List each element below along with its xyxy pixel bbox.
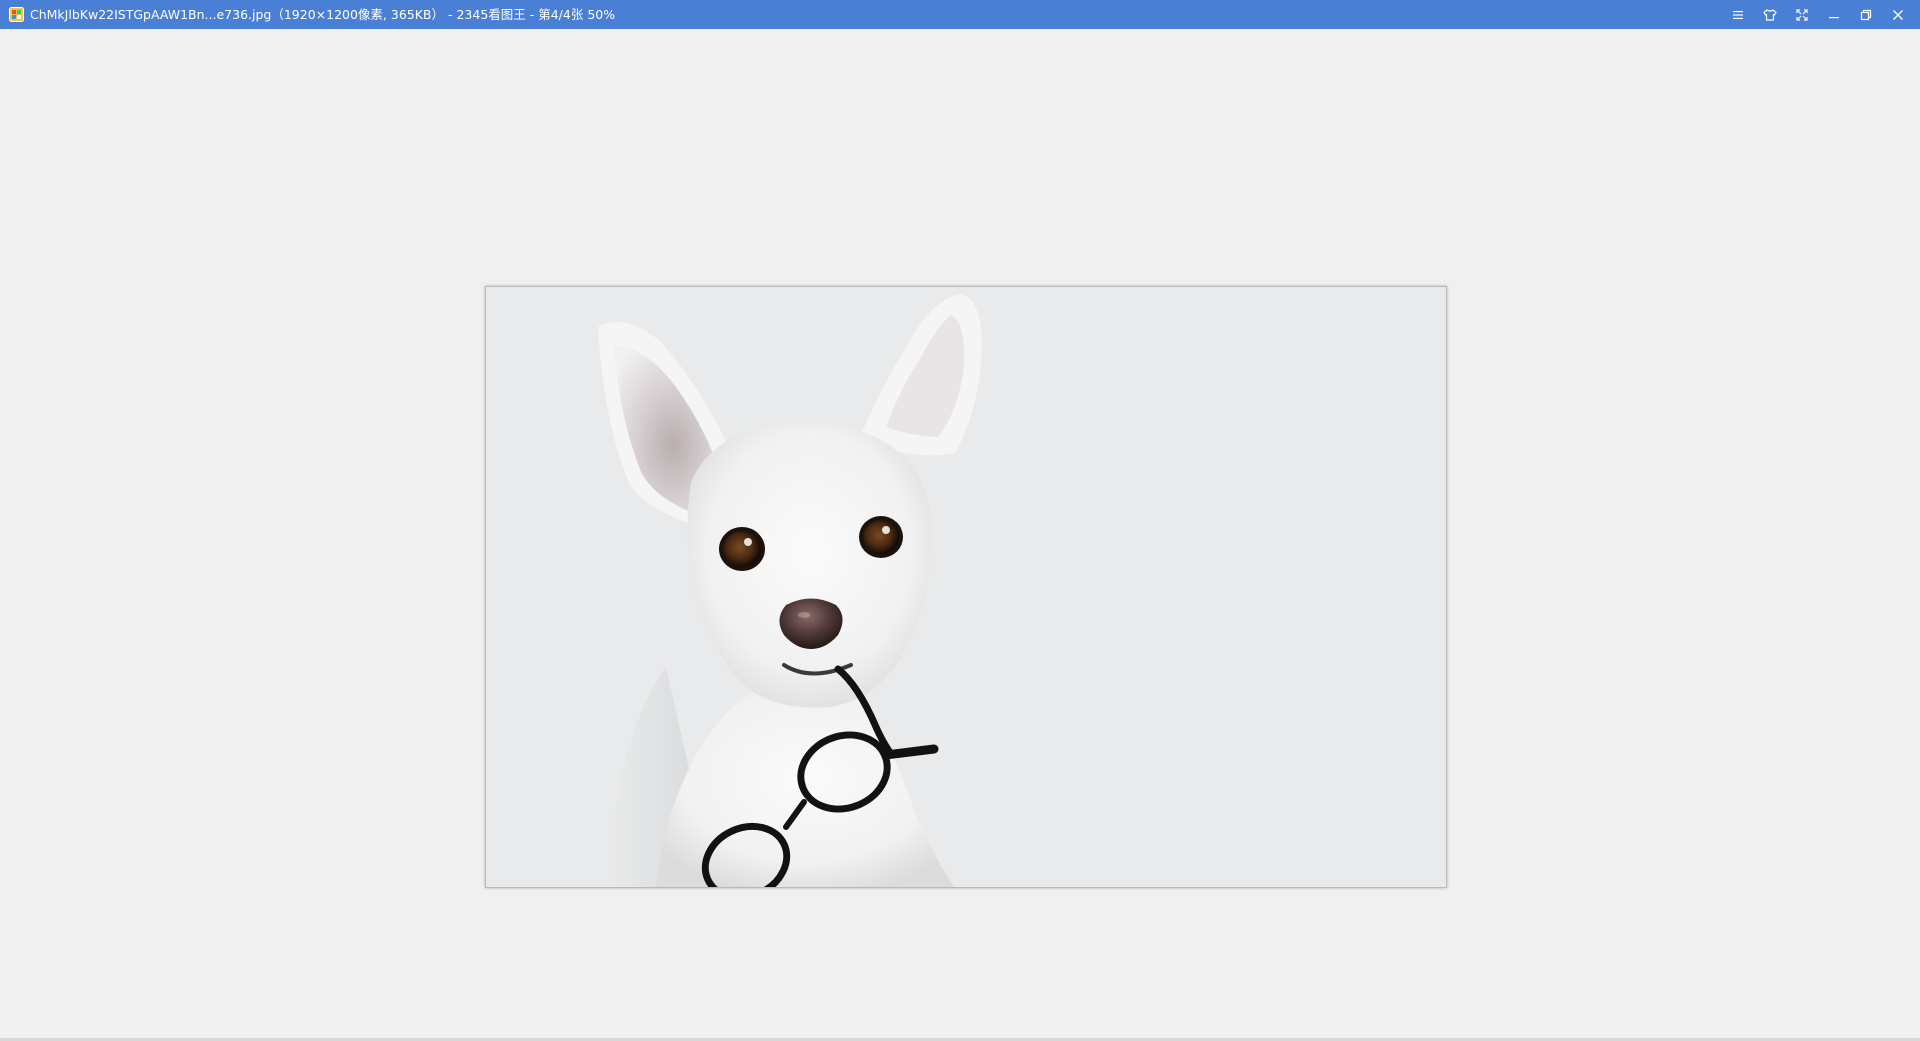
close-button[interactable] (1882, 0, 1914, 29)
title-bar[interactable]: ChMkJlbKw22ISTGpAAW1Bn...e736.jpg（1920×1… (0, 0, 1920, 29)
dog-with-glasses-photo (486, 287, 1446, 887)
window-controls (1722, 0, 1914, 29)
skin-icon (1763, 8, 1777, 21)
minimize-button[interactable] (1818, 0, 1850, 29)
restore-icon (1860, 9, 1872, 20)
menu-button[interactable] (1722, 0, 1754, 29)
fullscreen-icon (1796, 8, 1808, 21)
minimize-icon (1829, 16, 1839, 18)
fullscreen-button[interactable] (1786, 0, 1818, 29)
app-icon (9, 7, 24, 22)
window-title: ChMkJlbKw22ISTGpAAW1Bn...e736.jpg（1920×1… (30, 7, 616, 22)
menu-icon (1733, 10, 1743, 19)
restore-button[interactable] (1850, 0, 1882, 29)
displayed-image[interactable] (485, 286, 1447, 888)
image-viewer-canvas[interactable] (0, 29, 1920, 1038)
skin-button[interactable] (1754, 0, 1786, 29)
close-icon (1893, 9, 1903, 20)
